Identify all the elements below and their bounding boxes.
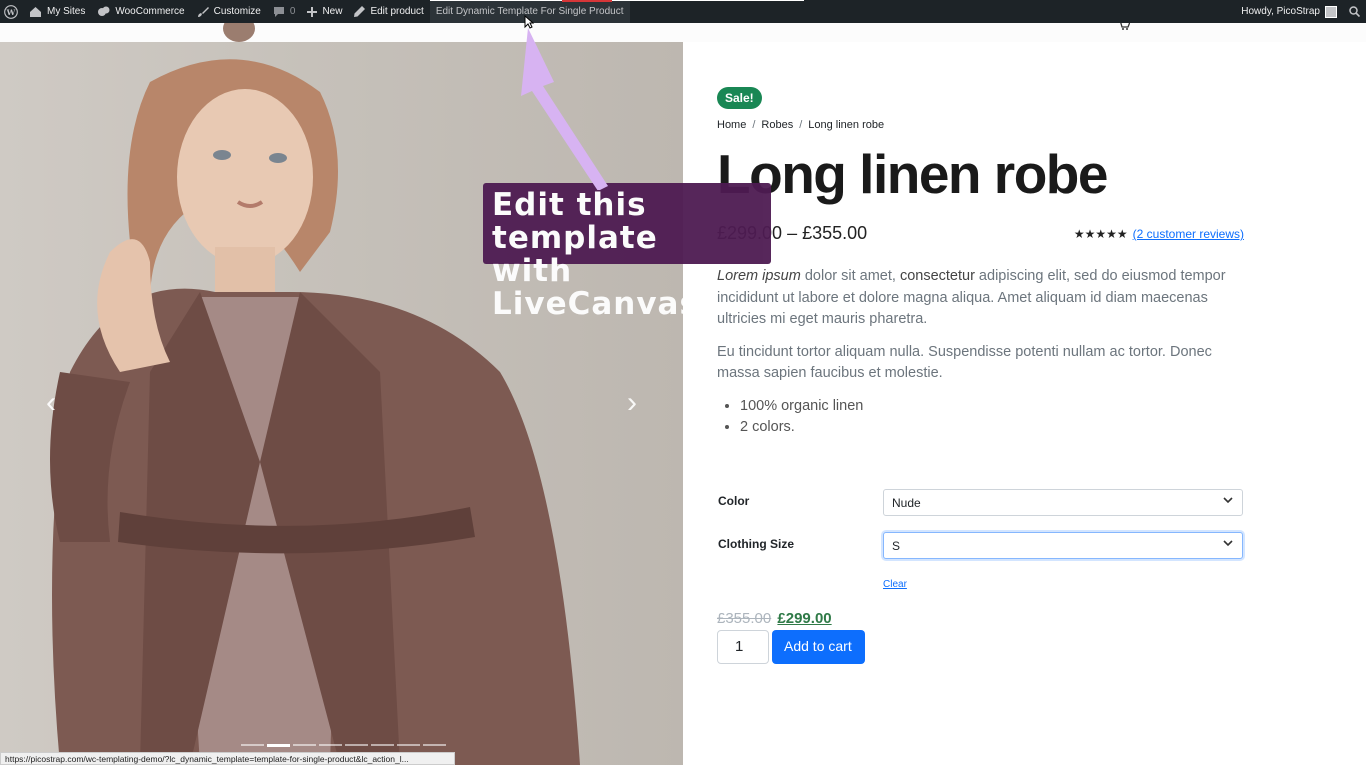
customer-reviews-link[interactable]: (2 customer reviews) [1133, 227, 1244, 241]
tab-highlight-line [430, 0, 804, 1]
edit-product-label: Edit product [370, 6, 424, 17]
admin-search[interactable] [1343, 0, 1366, 23]
product-title: Long linen robe [717, 143, 1108, 205]
carousel-indicator[interactable] [371, 744, 394, 746]
comment-icon [273, 6, 284, 17]
pencil-icon [354, 6, 366, 17]
star-rating-icon: ★★★★★ [1073, 227, 1128, 241]
wordpress-menu[interactable]: W [0, 0, 23, 23]
color-select-value: Nude [892, 496, 921, 510]
sale-badge: Sale! [717, 87, 762, 109]
edit-product-link[interactable]: Edit product [348, 0, 429, 23]
admin-bar: W My Sites WooCommerce Customize 0 New E… [0, 0, 1366, 23]
chevron-down-icon [1223, 538, 1233, 551]
account-menu[interactable]: Howdy, PicoStrap [1235, 0, 1343, 23]
brush-icon [197, 6, 209, 17]
my-sites-label: My Sites [47, 6, 86, 17]
breadcrumb-robes[interactable]: Robes [761, 119, 793, 131]
feature-list: 100% organic linen 2 colors. [740, 396, 1245, 439]
add-to-cart-button[interactable]: Add to cart [772, 630, 865, 664]
product-description: Lorem ipsum dolor sit amet, consectetur … [717, 266, 1245, 439]
wordpress-icon: W [4, 4, 18, 19]
feature-item: 100% organic linen [740, 396, 1245, 418]
carousel-indicator[interactable] [397, 744, 420, 746]
breadcrumb-home[interactable]: Home [717, 119, 746, 131]
callout-line-1: Edit this template [492, 187, 658, 256]
quantity-input[interactable]: 1 [717, 630, 769, 664]
description-paragraph-2: Eu tincidunt tortor aliquam nulla. Suspe… [717, 343, 1212, 382]
my-sites-icon [30, 6, 41, 17]
carousel-next-button[interactable]: › [617, 388, 647, 418]
variation-color-row: Color Nude [717, 489, 1243, 532]
new-content-menu[interactable]: New [301, 0, 348, 23]
carousel-indicator[interactable] [345, 744, 368, 746]
comments-menu[interactable]: 0 [267, 0, 302, 23]
breadcrumb-separator: / [799, 119, 803, 131]
breadcrumb-separator: / [752, 119, 756, 131]
woocommerce-label: WooCommerce [115, 6, 185, 17]
comments-count: 0 [289, 6, 296, 17]
new-label: New [322, 6, 343, 17]
callout-line-2: with LiveCanvas [492, 253, 699, 322]
carousel-indicator[interactable] [423, 744, 446, 746]
desc-text: dolor sit amet, [800, 268, 900, 284]
woocommerce-icon [98, 6, 110, 16]
plus-icon [307, 6, 318, 17]
old-price: £355.00 [717, 610, 772, 627]
color-select[interactable]: Nude [883, 489, 1243, 516]
chevron-down-icon [1223, 495, 1233, 508]
sale-price: £299.00 [777, 610, 832, 627]
clothing-size-select[interactable]: S [883, 532, 1243, 559]
breadcrumb: Home / Robes / Long linen robe [717, 119, 884, 131]
customize-label: Customize [213, 6, 261, 17]
avatar [1325, 5, 1337, 18]
variation-size-row: Clothing Size S [717, 532, 1243, 575]
carousel-indicator[interactable] [293, 744, 316, 746]
carousel-indicator-active[interactable] [267, 744, 290, 747]
site-header [0, 15, 1366, 42]
mouse-cursor-icon [524, 15, 534, 29]
product-rating: ★★★★★ (2 customer reviews) [1074, 227, 1244, 241]
search-icon [1349, 6, 1360, 17]
color-label: Color [718, 494, 750, 508]
variations-form: Color Nude Clothing Size S [717, 489, 1243, 575]
desc-strong: consectetur [899, 268, 975, 284]
carousel-indicator[interactable] [319, 744, 342, 746]
carousel-indicator[interactable] [241, 744, 264, 746]
tab-red-marker [562, 0, 612, 2]
clothing-size-label: Clothing Size [718, 537, 794, 551]
description-paragraph-1: Lorem ipsum dolor sit amet, consectetur … [717, 266, 1245, 331]
woocommerce-menu[interactable]: WooCommerce [91, 0, 190, 23]
clear-variations-link[interactable]: Clear [883, 579, 907, 590]
clothing-size-select-value: S [892, 539, 901, 553]
browser-status-url: https://picostrap.com/wc-templating-demo… [0, 752, 455, 765]
feature-item: 2 colors. [740, 417, 1245, 439]
variation-price: £355.00 £299.00 [717, 610, 832, 627]
carousel-indicators [241, 744, 446, 747]
edit-template-callout: Edit this template with LiveCanvas [483, 183, 771, 321]
greeting-text: Howdy, PicoStrap [1241, 6, 1320, 17]
callout-arrow [521, 28, 608, 190]
carousel-prev-button[interactable]: ‹ [36, 388, 66, 418]
breadcrumb-current: Long linen robe [808, 119, 885, 131]
my-sites-menu[interactable]: My Sites [23, 0, 91, 23]
svg-text:W: W [6, 7, 16, 16]
customize-menu[interactable]: Customize [191, 0, 267, 23]
